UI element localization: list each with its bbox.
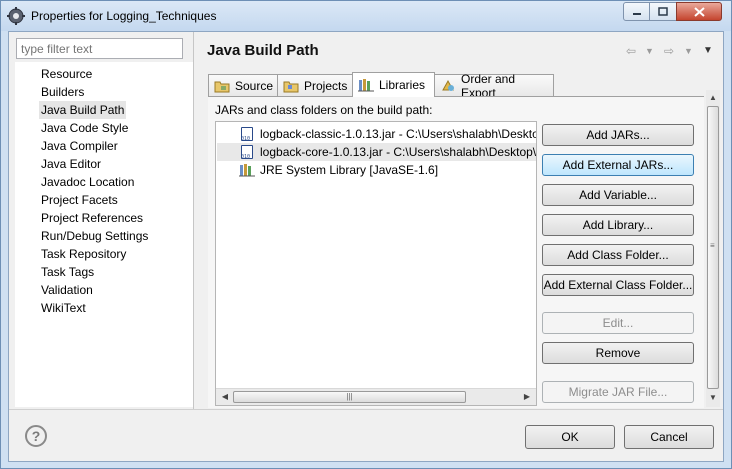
maximize-icon <box>658 7 668 16</box>
window-title: Properties for Logging_Techniques <box>31 9 217 23</box>
nav-item-run-debug-settings[interactable]: Run/Debug Settings <box>39 227 150 245</box>
back-arrow-icon[interactable]: ⇦ <box>626 44 636 58</box>
migrate-jar-file-button[interactable]: Migrate JAR File... <box>542 381 694 403</box>
cancel-button[interactable]: Cancel <box>624 425 714 449</box>
minimize-icon <box>632 12 641 15</box>
list-item-label: JRE System Library [JavaSE-1.6] <box>260 163 439 177</box>
remove-button[interactable]: Remove <box>542 342 694 364</box>
scroll-down-icon[interactable]: ▼ <box>706 392 720 404</box>
nav-item-project-facets[interactable]: Project Facets <box>39 191 120 209</box>
scrollbar-thumb[interactable]: ||| <box>233 391 466 403</box>
gear-icon <box>7 7 25 25</box>
section-label: JARs and class folders on the build path… <box>215 103 433 117</box>
list-item[interactable]: JRE System Library [JavaSE-1.6] <box>217 161 536 179</box>
nav-item-javadoc-location[interactable]: Javadoc Location <box>39 173 136 191</box>
nav-item-java-compiler[interactable]: Java Compiler <box>39 137 120 155</box>
nav-item-wikitext[interactable]: WikiText <box>39 299 88 317</box>
jar-icon <box>241 127 253 143</box>
nav-item-validation[interactable]: Validation <box>39 281 95 299</box>
nav-item-java-code-style[interactable]: Java Code Style <box>39 119 130 137</box>
projects-icon <box>283 81 299 92</box>
tab-source[interactable]: Source <box>208 74 278 96</box>
build-path-list[interactable]: logback-classic-1.0.13.jar - C:\Users\sh… <box>215 121 537 406</box>
list-item[interactable]: logback-core-1.0.13.jar - C:\Users\shala… <box>217 143 536 161</box>
add-variable-button[interactable]: Add Variable... <box>542 184 694 206</box>
tab-source-label: Source <box>235 78 274 93</box>
ok-button[interactable]: OK <box>525 425 615 449</box>
dialog-client-area: Resource Builders Java Build Path Java C… <box>8 31 724 462</box>
add-external-class-folder-button[interactable]: Add External Class Folder... <box>542 274 694 296</box>
vertical-scrollbar[interactable]: ▲ ≡ ▼ <box>706 90 720 407</box>
list-item-label: logback-classic-1.0.13.jar - C:\Users\sh… <box>260 127 536 141</box>
title-bar[interactable]: Properties for Logging_Techniques <box>1 1 731 31</box>
edit-button[interactable]: Edit... <box>542 312 694 334</box>
scroll-right-icon[interactable]: ▶ <box>520 391 534 403</box>
minimize-button[interactable] <box>623 2 650 21</box>
nav-item-task-repository[interactable]: Task Repository <box>39 245 128 263</box>
nav-item-java-editor[interactable]: Java Editor <box>39 155 103 173</box>
add-library-button[interactable]: Add Library... <box>542 214 694 236</box>
scroll-left-icon[interactable]: ◀ <box>218 391 232 403</box>
list-item-label: logback-core-1.0.13.jar - C:\Users\shala… <box>260 145 536 159</box>
back-dropdown-icon[interactable]: ▼ <box>645 46 654 56</box>
add-external-jars-button[interactable]: Add External JARs... <box>542 154 694 176</box>
add-class-folder-button[interactable]: Add Class Folder... <box>542 244 694 266</box>
tab-projects[interactable]: Projects <box>277 74 353 96</box>
jre-library-icon <box>239 164 255 177</box>
nav-item-resource[interactable]: Resource <box>39 65 94 83</box>
view-menu-icon[interactable]: ▼ <box>703 45 713 56</box>
properties-dialog: Properties for Logging_Techniques Resour… <box>0 0 732 469</box>
add-jars-button[interactable]: Add JARs... <box>542 124 694 146</box>
nav-item-task-tags[interactable]: Task Tags <box>39 263 96 281</box>
source-folder-icon <box>214 81 230 92</box>
libraries-icon <box>358 79 374 92</box>
scroll-up-icon[interactable]: ▲ <box>706 92 720 104</box>
property-page-tree[interactable]: Resource Builders Java Build Path Java C… <box>15 62 193 407</box>
tab-projects-label: Projects <box>304 78 348 93</box>
footer-divider <box>9 409 723 410</box>
help-icon[interactable]: ? <box>25 425 47 447</box>
filter-input[interactable] <box>16 38 183 59</box>
sash-divider[interactable] <box>193 32 194 410</box>
list-item[interactable]: logback-classic-1.0.13.jar - C:\Users\sh… <box>217 125 536 143</box>
nav-item-project-references[interactable]: Project References <box>39 209 145 227</box>
scrollbar-thumb[interactable]: ≡ <box>707 106 719 389</box>
forward-dropdown-icon[interactable]: ▼ <box>684 46 693 56</box>
nav-item-java-build-path[interactable]: Java Build Path <box>39 101 127 119</box>
forward-arrow-icon[interactable]: ⇨ <box>664 44 674 58</box>
close-icon <box>693 6 705 17</box>
order-export-icon <box>442 79 454 91</box>
horizontal-scrollbar[interactable]: ◀ ||| ▶ <box>216 388 536 405</box>
close-button[interactable] <box>676 2 722 21</box>
nav-item-builders[interactable]: Builders <box>39 83 86 101</box>
page-title: Java Build Path <box>207 42 319 59</box>
tab-libraries-label: Libraries <box>379 78 426 92</box>
tab-order-and-export[interactable]: Order and Export <box>434 72 554 100</box>
tab-libraries[interactable]: Libraries <box>352 72 435 97</box>
jar-icon <box>241 145 253 161</box>
maximize-button[interactable] <box>649 2 677 21</box>
